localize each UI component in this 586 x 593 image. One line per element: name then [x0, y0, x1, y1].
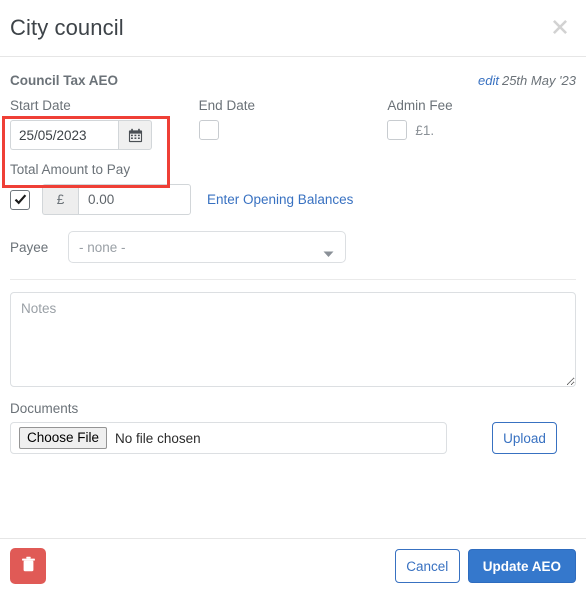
- total-amount-field: Total Amount to Pay £ Enter Opening Bala…: [10, 162, 576, 215]
- admin-fee-amount: £1.: [415, 122, 435, 138]
- footer-actions: Cancel Update AEO: [394, 549, 576, 583]
- total-amount-label: Total Amount to Pay: [10, 162, 131, 177]
- payee-field: Payee - none -: [10, 231, 576, 280]
- file-status-text: No file chosen: [115, 430, 201, 446]
- notes-textarea[interactable]: [10, 292, 576, 387]
- end-date-field: End Date: [198, 98, 388, 140]
- end-date-checkbox[interactable]: [198, 120, 219, 140]
- admin-fee-label: Admin Fee: [387, 98, 453, 113]
- admin-fee-checkbox[interactable]: [387, 120, 408, 140]
- documents-row: Choose File No file chosen Upload: [10, 422, 576, 454]
- payee-selected-value: - none -: [79, 239, 126, 255]
- admin-fee-field: Admin Fee £1.: [387, 98, 576, 140]
- choose-file-button[interactable]: Choose File: [19, 427, 108, 449]
- chevron-down-icon: [323, 245, 334, 263]
- payee-label: Payee: [10, 239, 49, 255]
- upload-button[interactable]: Upload: [492, 422, 557, 454]
- total-amount-row: £ Enter Opening Balances: [10, 184, 576, 215]
- start-date-input-group: [10, 120, 199, 150]
- trash-icon: [21, 556, 36, 576]
- page-title: City council: [10, 15, 124, 40]
- modal-body: Council Tax AEO edit 25th May '23 Start D…: [0, 57, 586, 454]
- section-header: Council Tax AEO edit 25th May '23: [10, 57, 576, 94]
- start-date-input[interactable]: [10, 120, 118, 150]
- section-meta: edit 25th May '23: [478, 73, 576, 88]
- total-amount-input[interactable]: [78, 184, 191, 215]
- enter-opening-balances-link[interactable]: Enter Opening Balances: [207, 192, 353, 207]
- section-title: Council Tax AEO: [10, 73, 119, 88]
- modal-footer: Cancel Update AEO: [0, 538, 586, 593]
- delete-button[interactable]: [10, 548, 46, 584]
- modal-header: City council: [0, 0, 586, 57]
- end-date-label: End Date: [198, 98, 255, 113]
- documents-label: Documents: [10, 401, 79, 416]
- amount-input-group: £: [42, 184, 191, 215]
- start-date-label: Start Date: [10, 98, 71, 113]
- total-amount-checkbox[interactable]: [10, 189, 30, 210]
- cancel-button[interactable]: Cancel: [394, 549, 460, 583]
- calendar-icon[interactable]: [118, 120, 152, 150]
- close-icon[interactable]: [547, 14, 573, 40]
- start-date-field: Start Date: [10, 98, 199, 150]
- payee-select[interactable]: - none -: [68, 231, 346, 263]
- section-date: 25th May '23: [501, 73, 576, 88]
- admin-fee-line: £1.: [387, 120, 576, 140]
- dates-row: Start Date 25/05/2023 End Date Admin Fee…: [10, 98, 576, 150]
- file-input[interactable]: Choose File No file chosen: [10, 422, 447, 454]
- currency-symbol: £: [42, 184, 78, 215]
- update-aeo-button[interactable]: Update AEO: [467, 549, 576, 583]
- edit-link[interactable]: edit: [478, 73, 499, 88]
- aeo-edit-modal: City council Council Tax AEO edit 25th Ma…: [0, 0, 586, 593]
